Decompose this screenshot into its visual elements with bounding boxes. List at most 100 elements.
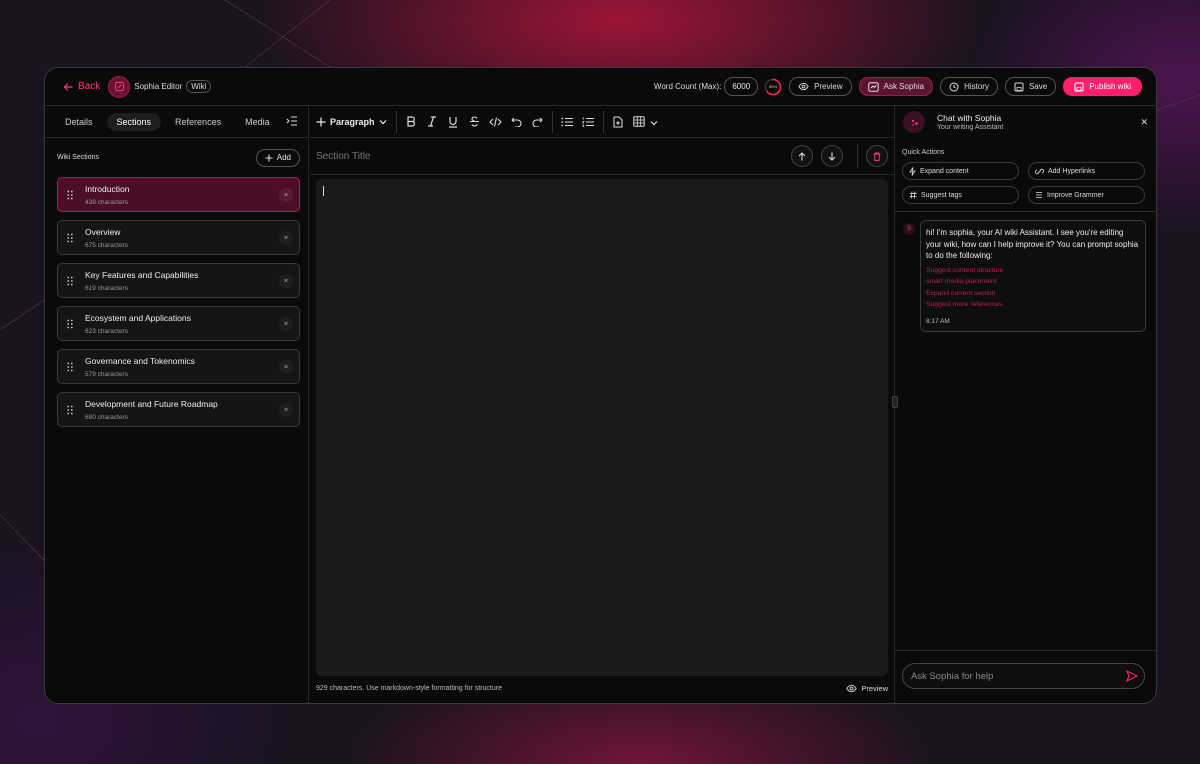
chat-composer <box>895 650 1156 703</box>
suggestion-link[interactable]: Suggest content structure <box>926 265 1140 277</box>
link-icon <box>1035 168 1044 174</box>
panel-resize-handle[interactable] <box>892 396 898 408</box>
numbered-list-icon[interactable] <box>578 112 598 132</box>
quick-action-label: Add Hyperlinks <box>1048 167 1096 175</box>
section-item[interactable]: Introduction 439 characters × <box>57 177 300 212</box>
history-button[interactable]: History <box>940 77 998 96</box>
editor-footer: 929 characters. Use markdown-style forma… <box>316 684 888 693</box>
trash-icon <box>873 152 881 161</box>
chat-title: Chat with Sophia <box>937 113 1002 123</box>
bold-icon[interactable] <box>401 112 421 132</box>
section-char-count: 675 characters <box>85 242 128 249</box>
tab-bar: Details Sections References Media <box>45 106 308 138</box>
remove-section-button[interactable]: × <box>279 403 293 417</box>
top-bar: Back Sophia Editor Wiki Word Count (Max)… <box>45 68 1156 105</box>
section-item[interactable]: Overview 675 characters × <box>57 220 300 255</box>
remove-section-button[interactable]: × <box>279 231 293 245</box>
eye-icon <box>846 684 857 693</box>
close-icon[interactable]: ✕ <box>1140 117 1148 128</box>
chat-input[interactable] <box>902 663 1145 689</box>
drag-handle-icon[interactable] <box>67 276 73 286</box>
remove-section-button[interactable]: × <box>279 274 293 288</box>
lightning-icon <box>909 166 916 176</box>
drag-handle-icon[interactable] <box>67 405 73 415</box>
message-time: 8:17 AM <box>926 317 950 325</box>
ask-sophia-button[interactable]: Ask Sophia <box>858 77 934 96</box>
tab-details[interactable]: Details <box>55 113 103 131</box>
wiki-tag: Wiki <box>186 80 212 93</box>
insert-file-icon[interactable] <box>608 112 628 132</box>
remove-section-button[interactable]: × <box>279 360 293 374</box>
redo-icon[interactable] <box>527 112 547 132</box>
footer-preview-label: Preview <box>861 684 888 693</box>
quick-action-add-hyperlinks[interactable]: Add Hyperlinks <box>1028 162 1145 180</box>
progress-label: 65% <box>769 84 778 89</box>
section-item[interactable]: Governance and Tokenomics 579 characters… <box>57 349 300 384</box>
preview-button[interactable]: Preview <box>789 77 852 96</box>
section-title: Key Features and Capabilities <box>85 270 199 280</box>
suggestion-link[interactable]: smart media placement <box>926 276 1140 288</box>
brand-name: Sophia Editor <box>134 82 183 91</box>
outline-toggle-icon[interactable] <box>286 113 298 131</box>
back-button[interactable]: Back <box>63 81 100 92</box>
add-section-button[interactable]: Add <box>255 148 300 167</box>
code-icon[interactable] <box>485 112 505 132</box>
quick-action-suggest-tags[interactable]: Suggest tags <box>902 186 1019 204</box>
remove-section-button[interactable]: × <box>279 317 293 331</box>
drag-handle-icon[interactable] <box>67 362 73 372</box>
drag-handle-icon[interactable] <box>67 233 73 243</box>
quick-action-label: Expand content <box>920 167 969 175</box>
history-icon <box>949 82 959 91</box>
section-item[interactable]: Ecosystem and Applications 623 character… <box>57 306 300 341</box>
drag-handle-icon[interactable] <box>67 190 73 200</box>
italic-icon[interactable] <box>422 112 442 132</box>
send-icon[interactable] <box>1126 669 1138 687</box>
strikethrough-icon[interactable] <box>464 112 484 132</box>
ask-sophia-label: Ask Sophia <box>883 82 925 91</box>
section-title: Development and Future Roadmap <box>85 399 218 409</box>
content-editor[interactable] <box>316 179 888 676</box>
tab-media[interactable]: Media <box>235 113 280 131</box>
formatting-toolbar: Paragraph <box>310 106 894 138</box>
section-list: Introduction 439 characters × Overview 6… <box>45 170 308 427</box>
save-icon <box>1074 82 1084 91</box>
quick-action-improve-grammer[interactable]: Improve Grammer <box>1028 186 1145 204</box>
section-title: Overview <box>85 227 121 237</box>
quick-action-expand-content[interactable]: Expand content <box>902 162 1019 180</box>
message-bubble: hi! I'm sophia, your AI wiki Assistant. … <box>920 220 1146 332</box>
drag-handle-icon[interactable] <box>67 319 73 329</box>
tab-sections[interactable]: Sections <box>106 112 162 131</box>
suggestion-link[interactable]: Expand current section <box>926 288 1140 300</box>
chevron-down-icon[interactable] <box>650 113 658 131</box>
arrow-up-icon <box>798 151 806 160</box>
section-char-count: 619 characters <box>85 285 128 292</box>
sections-title: Wiki Sections <box>57 154 100 161</box>
block-type-dropdown[interactable]: Paragraph <box>316 117 392 127</box>
section-item[interactable]: Development and Future Roadmap 680 chara… <box>57 392 300 427</box>
bullet-list-icon[interactable] <box>557 112 577 132</box>
chat-panel: Chat with Sophia Your writing Assistant … <box>892 105 1156 703</box>
word-count-input[interactable]: 6000 <box>724 77 759 96</box>
lines-icon <box>1036 192 1042 198</box>
move-up-button[interactable] <box>791 145 813 167</box>
undo-icon[interactable] <box>506 112 526 132</box>
suggestion-link[interactable]: Suggest more references <box>926 299 1140 311</box>
section-title-input[interactable]: Section Title <box>316 151 783 162</box>
move-down-button[interactable] <box>821 145 843 167</box>
publish-wiki-button[interactable]: Publish wiki <box>1063 77 1142 96</box>
preview-label: Preview <box>814 82 843 91</box>
section-char-count: 623 characters <box>85 328 128 335</box>
section-title: Introduction <box>85 184 130 194</box>
chat-sparkle-icon <box>867 81 879 92</box>
footer-preview-button[interactable]: Preview <box>846 684 888 693</box>
word-count-label: Word Count (Max): <box>653 82 722 91</box>
chat-subtitle: Your writing Assistant <box>937 124 1004 131</box>
delete-section-button[interactable] <box>866 145 888 167</box>
table-icon[interactable] <box>629 112 649 132</box>
save-button[interactable]: Save <box>1004 77 1057 96</box>
chat-message: S hi! I'm sophia, your AI wiki Assistant… <box>895 212 1156 332</box>
underline-icon[interactable] <box>443 112 463 132</box>
tab-references[interactable]: References <box>165 113 231 131</box>
remove-section-button[interactable]: × <box>279 188 293 202</box>
section-item[interactable]: Key Features and Capabilities 619 charac… <box>57 263 300 298</box>
